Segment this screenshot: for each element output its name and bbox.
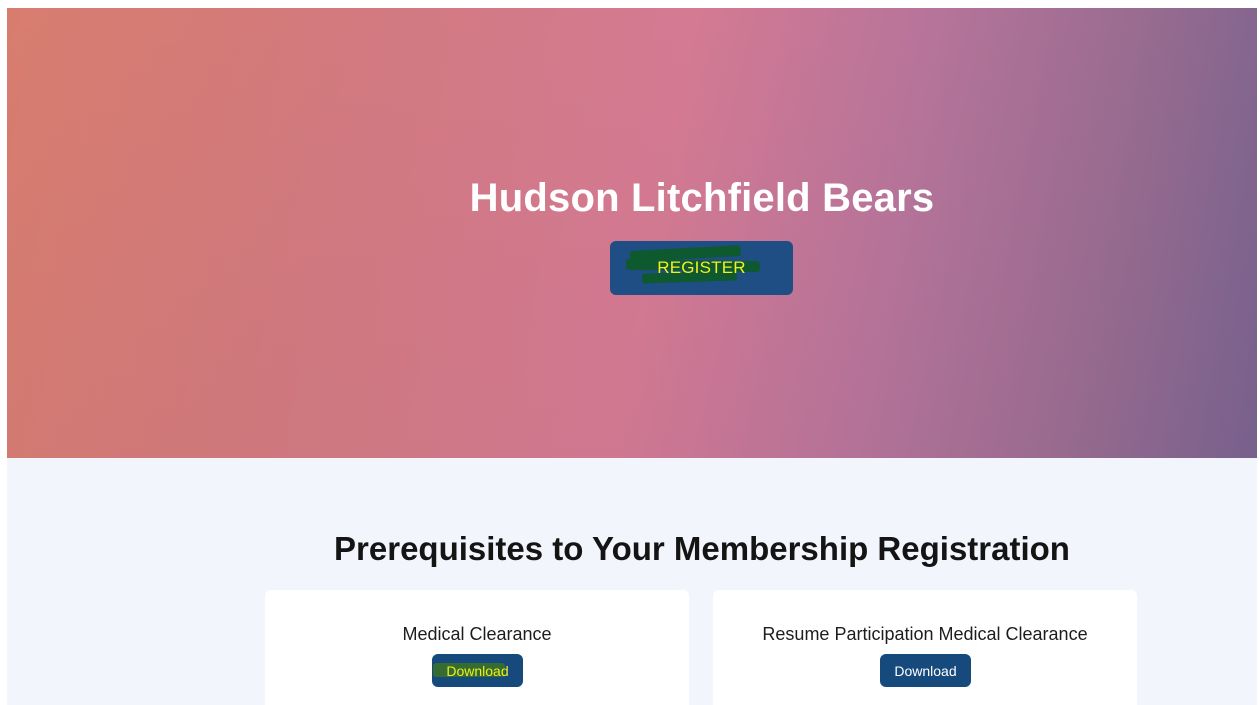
hero-banner: Hudson Litchfield Bears REGISTER: [7, 8, 1257, 458]
download-button-label: Download: [446, 662, 509, 679]
prerequisite-card: Resume Participation Medical Clearance D…: [713, 590, 1137, 705]
card-title: Resume Participation Medical Clearance: [762, 624, 1088, 644]
page-frame: Hudson Litchfield Bears REGISTER Prerequ…: [7, 8, 1257, 705]
prerequisite-card: Medical Clearance Download: [265, 590, 689, 705]
hero-title: Hudson Litchfield Bears: [469, 176, 935, 220]
download-button-label: Download: [894, 662, 957, 679]
download-button[interactable]: Download: [432, 654, 523, 687]
section-title: Prerequisites to Your Membership Registr…: [334, 530, 1070, 567]
prerequisites-section: Prerequisites to Your Membership Registr…: [7, 458, 1257, 705]
register-button[interactable]: REGISTER: [610, 241, 793, 295]
download-button[interactable]: Download: [880, 654, 971, 687]
register-button-label: REGISTER: [657, 258, 746, 277]
card-title: Medical Clearance: [402, 624, 552, 644]
